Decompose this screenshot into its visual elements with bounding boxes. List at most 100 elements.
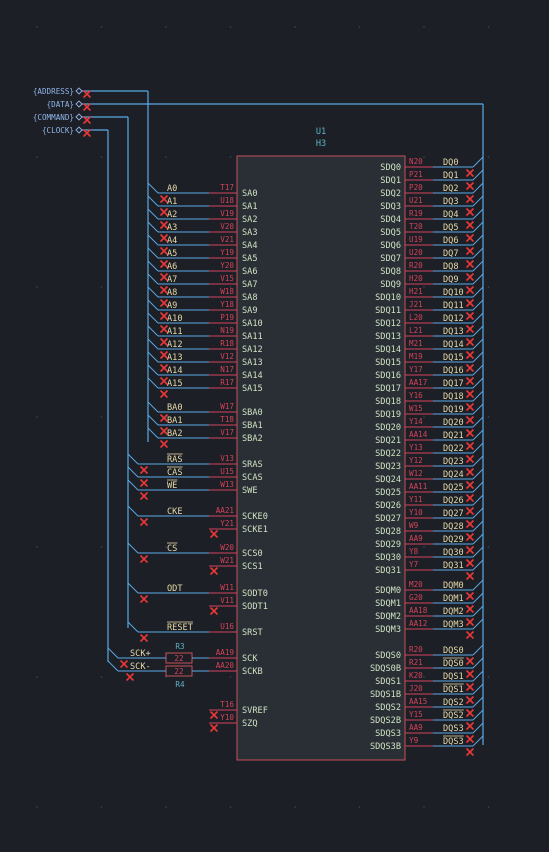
pin-number: H21	[409, 287, 423, 296]
grid-dot	[100, 546, 103, 548]
net-label: DQS0	[443, 659, 464, 669]
pin-name: SA6	[242, 267, 258, 277]
no-connect-marker	[465, 467, 475, 477]
bus-entry	[472, 546, 484, 558]
pin-name: SDQ2	[380, 189, 401, 199]
grid-dot	[229, 26, 232, 28]
pin-name: SCK	[242, 654, 258, 664]
bus-entry	[147, 273, 159, 285]
pin-number: V13	[220, 454, 234, 463]
no-connect-marker	[139, 517, 149, 527]
pin-name: SDQ12	[375, 319, 401, 329]
grid-dot	[487, 806, 490, 808]
pin-number: W18	[220, 287, 234, 296]
pin-name: SA4	[242, 241, 258, 251]
pin-name: SDQ28	[375, 527, 401, 537]
pin-number: Y9	[409, 736, 419, 745]
bus-entry	[147, 312, 159, 324]
pin-name: SWE	[242, 486, 258, 496]
pin-number: L21	[409, 326, 423, 335]
net-label: DQ7	[443, 249, 459, 259]
no-connect-marker	[465, 708, 475, 718]
bus-entry	[147, 364, 159, 376]
pin-name: SA0	[242, 189, 258, 199]
net-label: A12	[167, 340, 183, 350]
bus-entry	[127, 466, 139, 478]
bus-entry	[472, 247, 484, 259]
net-label: A1	[167, 197, 177, 207]
bus-entry	[472, 338, 484, 350]
no-connect-marker	[465, 519, 475, 529]
pin-number: M19	[409, 352, 423, 361]
net-label: DQS3	[443, 737, 464, 747]
net-label: A9	[167, 301, 177, 311]
pin-name: SCS0	[242, 549, 263, 559]
no-connect-marker	[139, 554, 149, 564]
net-label: A14	[167, 366, 183, 376]
pin-name: SCKB	[242, 667, 263, 677]
grid-dot	[423, 286, 425, 288]
bus-entry	[472, 364, 484, 376]
pin-number: V12	[220, 352, 234, 361]
net-label: DQ20	[443, 418, 464, 428]
pin-name: SCS1	[242, 562, 263, 572]
pin-number: V11	[220, 596, 234, 605]
bus-entry	[472, 351, 484, 363]
pin-name: SDQ18	[375, 397, 401, 407]
no-connect-marker	[465, 363, 475, 373]
net-label: DQ5	[443, 223, 459, 233]
no-connect-marker	[465, 571, 475, 581]
pin-number: G20	[409, 593, 423, 602]
no-connect-marker	[159, 439, 169, 449]
bus-entry	[472, 156, 484, 168]
pin-name: SRAS	[242, 460, 263, 470]
pin-name: SA12	[242, 345, 263, 355]
pin-name: SA15	[242, 384, 263, 394]
net-label: RAS	[167, 455, 183, 465]
pin-name: SDQ15	[375, 358, 401, 368]
pin-name: SDQM0	[375, 586, 401, 596]
no-connect-marker	[465, 181, 475, 191]
bus-entry	[472, 195, 484, 207]
no-connect-marker	[209, 606, 219, 616]
net-label: A11	[167, 327, 183, 337]
pin-name: SDQ8	[380, 267, 401, 277]
pin-number: T20	[409, 222, 423, 231]
pin-number: Y7	[409, 560, 418, 569]
pin-number: U15	[220, 467, 234, 476]
pin-name: SA1	[242, 202, 258, 212]
net-label: A6	[167, 262, 177, 272]
grid-dot	[100, 286, 103, 288]
pin-number: Y10	[220, 713, 234, 722]
no-connect-marker	[465, 285, 475, 295]
no-connect-marker	[465, 532, 475, 542]
grid-dot	[423, 806, 425, 808]
pin-number: Y8	[409, 547, 419, 556]
pin-number: R18	[220, 339, 234, 348]
no-connect-marker	[465, 545, 475, 555]
pin-number: P21	[409, 170, 423, 179]
net-label: DQS2	[443, 698, 464, 708]
no-connect-marker	[465, 272, 475, 282]
pin-number: T16	[220, 700, 234, 709]
pin-name: SDQ23	[375, 462, 401, 472]
net-label: DQ23	[443, 457, 464, 467]
net-label: DQ31	[443, 561, 464, 571]
bus-entry	[147, 377, 159, 389]
u1-value: H3	[316, 139, 326, 149]
bus-entry	[472, 312, 484, 324]
net-label: A0	[167, 184, 177, 194]
hier-port-shape	[75, 113, 83, 121]
pin-number: Y18	[220, 300, 234, 309]
bus-entry	[472, 605, 484, 617]
pin-number: AA14	[409, 430, 428, 439]
pin-name: SDQ7	[380, 254, 401, 264]
pin-number: W12	[409, 469, 423, 478]
net-label: DQ15	[443, 353, 464, 363]
pin-number: Y10	[409, 508, 423, 517]
schematic-canvas[interactable]: {ADDRESS} {DATA} {COMMAND} {CLOCK} U1 H3 T1…	[0, 0, 549, 852]
net-label: DQM3	[443, 620, 464, 630]
net-label: DQ13	[443, 327, 464, 337]
pin-name: SDQ25	[375, 488, 401, 498]
net-label: A8	[167, 288, 177, 298]
